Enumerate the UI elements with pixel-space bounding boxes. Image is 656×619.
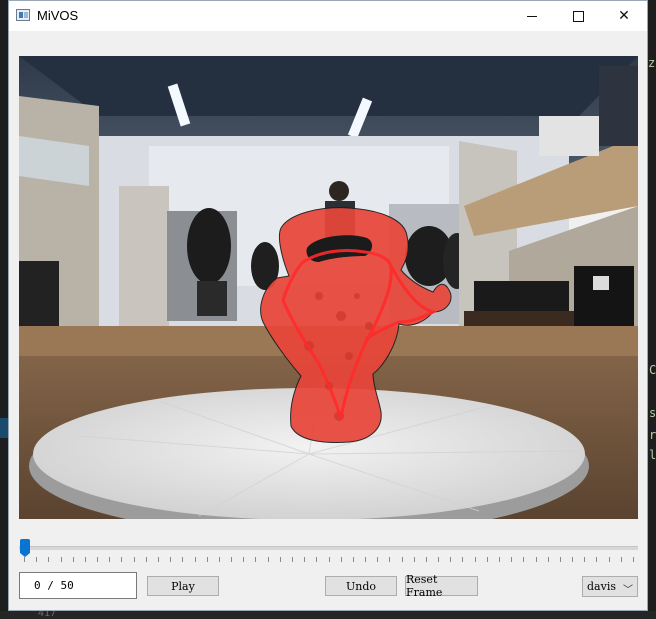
background-editor-text: l [649,448,656,462]
play-button[interactable]: Play [147,576,219,596]
close-button[interactable]: ✕ [601,1,647,31]
maximize-icon [572,10,584,22]
video-frame-canvas[interactable] [19,56,638,519]
chevron-down-icon: ﹀ [623,585,633,596]
minimize-icon [527,15,537,17]
reset-frame-button[interactable]: Reset Frame [405,573,478,599]
undo-button[interactable]: Undo [325,576,397,596]
close-icon: ✕ [618,8,630,24]
background-editor-text: z [648,56,656,70]
background-editor-highlight [0,418,8,438]
window-title: MiVOS [37,8,79,23]
background-editor-statusbar [0,611,656,619]
slider-ticks [24,557,634,562]
minimize-button[interactable] [509,1,555,31]
mivos-window: MiVOS ✕ 0 / 50 Play Undo Reset Frame dav… [8,0,648,611]
slider-groove [19,546,638,550]
model-select-value: davis [587,580,616,593]
maximize-button[interactable] [555,1,601,31]
slider-handle[interactable] [20,539,30,557]
background-editor-text: C [649,363,656,377]
frame-counter-field[interactable]: 0 / 50 [19,572,137,599]
background-editor-text: r [649,428,656,442]
title-bar[interactable]: MiVOS ✕ [9,1,647,31]
model-select[interactable]: davis ﹀ [582,576,638,597]
background-editor-text: s [649,406,656,420]
timeline-slider[interactable] [19,537,638,567]
app-icon [16,9,30,21]
